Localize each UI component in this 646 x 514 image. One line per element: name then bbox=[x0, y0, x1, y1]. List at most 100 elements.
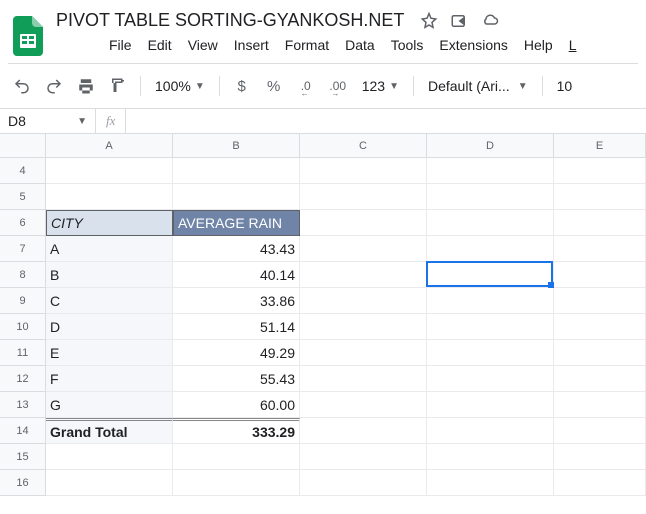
cell[interactable]: A bbox=[46, 236, 173, 262]
select-all-corner[interactable] bbox=[0, 134, 46, 158]
decrease-decimal-button[interactable]: .0← bbox=[292, 72, 320, 100]
row-header[interactable]: 9 bbox=[0, 288, 46, 314]
cell[interactable] bbox=[300, 418, 427, 444]
cell[interactable] bbox=[554, 314, 646, 340]
cell[interactable] bbox=[554, 366, 646, 392]
cell[interactable]: 51.14 bbox=[173, 314, 300, 340]
menu-extensions[interactable]: Extensions bbox=[432, 33, 514, 57]
cell[interactable] bbox=[300, 236, 427, 262]
menu-edit[interactable]: Edit bbox=[141, 33, 179, 57]
cell[interactable] bbox=[554, 392, 646, 418]
cell[interactable] bbox=[427, 184, 554, 210]
cell[interactable]: B bbox=[46, 262, 173, 288]
cell[interactable] bbox=[427, 392, 554, 418]
cell[interactable] bbox=[554, 236, 646, 262]
menu-format[interactable]: Format bbox=[278, 33, 336, 57]
cell[interactable] bbox=[300, 288, 427, 314]
cell[interactable]: E bbox=[46, 340, 173, 366]
cell[interactable]: CITY bbox=[46, 210, 173, 236]
name-box[interactable]: D8▼ bbox=[0, 109, 96, 133]
row-header[interactable]: 15 bbox=[0, 444, 46, 470]
column-header[interactable]: D bbox=[427, 134, 554, 158]
menu-data[interactable]: Data bbox=[338, 33, 382, 57]
cell[interactable] bbox=[554, 418, 646, 444]
menu-tools[interactable]: Tools bbox=[384, 33, 431, 57]
spreadsheet-grid[interactable]: ABCDE456CITYAVERAGE RAIN7A43.438B40.149C… bbox=[0, 134, 646, 496]
menu-insert[interactable]: Insert bbox=[227, 33, 276, 57]
cell[interactable] bbox=[554, 262, 646, 288]
cell[interactable] bbox=[46, 470, 173, 496]
column-header[interactable]: A bbox=[46, 134, 173, 158]
cell[interactable] bbox=[427, 262, 554, 288]
cell[interactable]: D bbox=[46, 314, 173, 340]
document-title[interactable]: PIVOT TABLE SORTING-GYANKOSH.NET bbox=[52, 8, 408, 33]
cell[interactable] bbox=[554, 184, 646, 210]
cell[interactable] bbox=[427, 340, 554, 366]
cell[interactable] bbox=[46, 444, 173, 470]
cell[interactable] bbox=[554, 210, 646, 236]
cell[interactable] bbox=[427, 470, 554, 496]
row-header[interactable]: 14 bbox=[0, 418, 46, 444]
menu-truncated[interactable]: L bbox=[562, 33, 584, 57]
cell[interactable]: 55.43 bbox=[173, 366, 300, 392]
menu-file[interactable]: File bbox=[102, 33, 139, 57]
row-header[interactable]: 13 bbox=[0, 392, 46, 418]
cell[interactable] bbox=[173, 158, 300, 184]
cell[interactable]: 60.00 bbox=[173, 392, 300, 418]
cell[interactable] bbox=[427, 418, 554, 444]
formula-bar[interactable] bbox=[125, 109, 646, 133]
cell[interactable] bbox=[46, 158, 173, 184]
redo-button[interactable] bbox=[40, 72, 68, 100]
row-header[interactable]: 4 bbox=[0, 158, 46, 184]
menu-help[interactable]: Help bbox=[517, 33, 560, 57]
cell[interactable] bbox=[554, 444, 646, 470]
cell[interactable] bbox=[300, 184, 427, 210]
cell[interactable] bbox=[554, 288, 646, 314]
cell[interactable] bbox=[554, 470, 646, 496]
cell[interactable] bbox=[300, 470, 427, 496]
cell[interactable] bbox=[173, 444, 300, 470]
cell[interactable] bbox=[300, 392, 427, 418]
cell[interactable] bbox=[427, 210, 554, 236]
cell[interactable]: Grand Total bbox=[46, 418, 173, 444]
column-header[interactable]: B bbox=[173, 134, 300, 158]
font-size-input[interactable]: 10 bbox=[551, 78, 579, 94]
row-header[interactable]: 11 bbox=[0, 340, 46, 366]
cell[interactable] bbox=[46, 184, 173, 210]
undo-button[interactable] bbox=[8, 72, 36, 100]
font-family-select[interactable]: Default (Ari...▼ bbox=[422, 78, 534, 94]
cell[interactable] bbox=[554, 158, 646, 184]
cell[interactable]: 40.14 bbox=[173, 262, 300, 288]
currency-button[interactable]: $ bbox=[228, 72, 256, 100]
cell[interactable] bbox=[427, 288, 554, 314]
cell[interactable]: G bbox=[46, 392, 173, 418]
row-header[interactable]: 8 bbox=[0, 262, 46, 288]
cell[interactable] bbox=[173, 470, 300, 496]
cell[interactable] bbox=[427, 314, 554, 340]
column-header[interactable]: E bbox=[554, 134, 646, 158]
cell[interactable] bbox=[173, 184, 300, 210]
cell[interactable] bbox=[427, 444, 554, 470]
row-header[interactable]: 7 bbox=[0, 236, 46, 262]
cell[interactable] bbox=[300, 210, 427, 236]
cell[interactable]: 43.43 bbox=[173, 236, 300, 262]
row-header[interactable]: 6 bbox=[0, 210, 46, 236]
number-format-select[interactable]: 123▼ bbox=[356, 78, 405, 94]
cloud-status-icon[interactable] bbox=[480, 12, 500, 33]
column-header[interactable]: C bbox=[300, 134, 427, 158]
percent-button[interactable]: % bbox=[260, 72, 288, 100]
menu-view[interactable]: View bbox=[181, 33, 225, 57]
paint-format-button[interactable] bbox=[104, 72, 132, 100]
cell[interactable] bbox=[300, 444, 427, 470]
move-icon[interactable] bbox=[450, 12, 468, 33]
cell[interactable]: 333.29 bbox=[173, 418, 300, 444]
cell[interactable] bbox=[427, 158, 554, 184]
cell[interactable]: 49.29 bbox=[173, 340, 300, 366]
row-header[interactable]: 10 bbox=[0, 314, 46, 340]
row-header[interactable]: 12 bbox=[0, 366, 46, 392]
star-icon[interactable] bbox=[420, 12, 438, 33]
cell[interactable] bbox=[300, 158, 427, 184]
print-button[interactable] bbox=[72, 72, 100, 100]
row-header[interactable]: 5 bbox=[0, 184, 46, 210]
cell[interactable]: F bbox=[46, 366, 173, 392]
